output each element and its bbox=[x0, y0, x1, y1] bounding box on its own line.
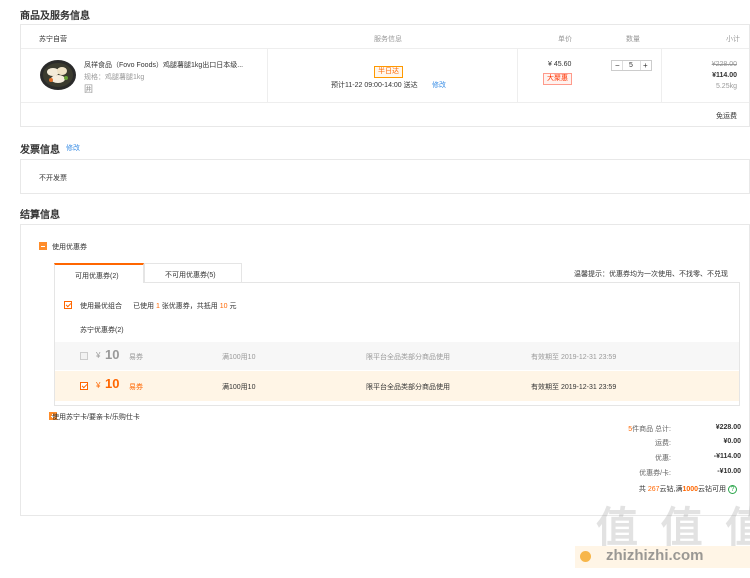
best-combo-summary: 已使用 1 张优惠券，共抵用 10 元 bbox=[133, 301, 237, 311]
qty-minus-button[interactable]: − bbox=[615, 61, 620, 71]
coupon-checkbox[interactable] bbox=[80, 352, 88, 360]
unit-price: ¥ 45.60 bbox=[548, 61, 572, 68]
quantity-stepper: − 5 + bbox=[611, 60, 652, 71]
original-subtotal: ¥228.00 bbox=[711, 61, 737, 68]
summary-shipping-value: ¥0.00 bbox=[723, 438, 741, 445]
stepper-divider bbox=[640, 61, 641, 70]
best-combo-checkbox[interactable] bbox=[64, 301, 72, 309]
stepper-divider bbox=[622, 61, 623, 70]
tab-unavailable-coupons[interactable]: 不可用优惠券(5) bbox=[144, 263, 242, 283]
coupon-type: 易券 bbox=[129, 384, 143, 391]
coupon-expire: 有效期至 2019-12-31 23:59 bbox=[531, 354, 617, 361]
combo-text-post: 元 bbox=[229, 303, 237, 310]
settlement-section-title: 结算信息 bbox=[20, 210, 60, 221]
cell-divider bbox=[517, 49, 518, 102]
item-subtotal: ¥114.00 bbox=[712, 72, 737, 79]
item-weight: 5.25kg bbox=[715, 83, 737, 90]
coupon-currency: ¥ bbox=[96, 381, 101, 390]
combo-text-mid: 张优惠券，共抵用 bbox=[161, 303, 218, 310]
qty-input[interactable]: 5 bbox=[629, 61, 633, 71]
product-extra-mark: 囲 bbox=[84, 84, 94, 94]
goods-section-title: 商品及服务信息 bbox=[20, 11, 90, 22]
tab-unavailable-label: 不可用优惠券(5) bbox=[165, 272, 216, 279]
cell-divider bbox=[661, 49, 662, 102]
combo-text-pre: 已使用 bbox=[133, 303, 154, 310]
help-icon[interactable]: ? bbox=[728, 484, 737, 494]
product-thumbnail-icon bbox=[40, 60, 76, 90]
service-header: 服务信息 bbox=[374, 36, 402, 43]
product-image[interactable] bbox=[39, 59, 77, 91]
coupon-scope: 限平台全品类部分商品使用 bbox=[366, 354, 450, 361]
summary-discount-label: 优惠: bbox=[655, 455, 671, 462]
coupon-checkbox[interactable] bbox=[80, 382, 88, 390]
price-header: 单价 bbox=[558, 36, 572, 43]
goods-table-header: 苏宁自营 服务信息 单价 数量 小计 bbox=[21, 25, 749, 49]
coin-icon bbox=[580, 551, 591, 562]
best-combo-label[interactable]: 使用最优组合 bbox=[80, 301, 122, 311]
points-post: 云钻可用 bbox=[698, 486, 727, 493]
invoice-edit-link[interactable]: 修改 bbox=[66, 143, 80, 153]
use-coupon-toggle[interactable]: 使用优惠券 bbox=[52, 242, 87, 252]
product-name-link[interactable]: 凤祥食品（Fovo Foods）鸡腿薯腿1kg出口日本级... bbox=[84, 60, 274, 70]
settlement-box: 使用优惠券 可用优惠券(2) 不可用优惠券(5) 温馨提示：优惠券均为一次使用、… bbox=[20, 224, 750, 516]
product-spec: 规格：鸡腿薯腿1kg bbox=[84, 74, 145, 81]
summary-goods-row: 5件商品 总计: ¥228.00 bbox=[561, 424, 741, 436]
use-card-toggle[interactable]: 使用苏宁卡/要亲卡/乐购仕卡 bbox=[52, 412, 140, 422]
tab-available-label: 可用优惠券(2) bbox=[75, 273, 119, 280]
combo-count: 1 bbox=[155, 303, 160, 310]
half-day-delivery-tag: 半日达 bbox=[374, 66, 403, 78]
coupon-panel: 使用最优组合 已使用 1 张优惠券，共抵用 10 元 苏宁优惠券(2) ¥ 10… bbox=[54, 282, 740, 406]
coupon-rule: 满100用10 bbox=[222, 354, 256, 361]
invoice-section-title: 发票信息 bbox=[20, 145, 60, 156]
points-mid: 云钻,满 bbox=[659, 486, 683, 493]
store-header: 苏宁自营 bbox=[39, 36, 67, 43]
invoice-value: 不开发票 bbox=[39, 175, 67, 182]
watermark-site: zhizhizhi.com bbox=[606, 547, 704, 564]
points-total: 267 bbox=[647, 486, 660, 493]
delivery-edit-link[interactable]: 修改 bbox=[432, 80, 446, 90]
coupon-amount: 10 bbox=[105, 347, 120, 362]
summary-goods-value: ¥228.00 bbox=[715, 424, 741, 431]
points-pre: 共 bbox=[638, 486, 646, 493]
summary-discount-row: 优惠: -¥114.00 bbox=[561, 453, 741, 465]
summary-coupon-value: -¥10.00 bbox=[717, 468, 741, 475]
collapse-icon[interactable] bbox=[39, 242, 47, 250]
summary-shipping-row: 运费: ¥0.00 bbox=[561, 438, 741, 450]
product-row: 凤祥食品（Fovo Foods）鸡腿薯腿1kg出口日本级... 规格：鸡腿薯腿1… bbox=[21, 49, 749, 103]
invoice-box: 不开发票 bbox=[20, 159, 750, 194]
coupon-group-title: 苏宁优惠券(2) bbox=[80, 327, 124, 334]
summary-discount-value: -¥114.00 bbox=[713, 453, 741, 460]
subtotal-header: 小计 bbox=[726, 36, 740, 43]
summary-goods-label: 件商品 总计: bbox=[632, 426, 671, 433]
big-deal-tag: 大聚惠 bbox=[543, 73, 572, 85]
tab-available-coupons[interactable]: 可用优惠券(2) bbox=[54, 263, 144, 283]
coupon-row[interactable]: ¥ 10 易券 满100用10 限平台全品类部分商品使用 有效期至 2019-1… bbox=[55, 342, 739, 370]
cell-divider bbox=[267, 49, 268, 102]
qty-plus-button[interactable]: + bbox=[643, 61, 648, 71]
coupon-row-selected[interactable]: ¥ 10 易券 满100用10 限平台全品类部分商品使用 有效期至 2019-1… bbox=[55, 371, 739, 401]
delivery-estimate: 预计11-22 09:00-14:00 送达 bbox=[331, 82, 418, 89]
coupon-scope: 限平台全品类部分商品使用 bbox=[366, 384, 450, 391]
goods-table: 苏宁自营 服务信息 单价 数量 小计 凤祥食品（Fovo Foods）鸡腿薯腿1… bbox=[20, 24, 750, 127]
summary-shipping-label: 运费: bbox=[655, 440, 671, 447]
free-shipping-note: 免运费 bbox=[716, 113, 737, 120]
coupon-amount: 10 bbox=[105, 376, 120, 391]
coupon-type: 易券 bbox=[129, 354, 143, 361]
points-row: 共 267云钻,满1000云钻可用 ? bbox=[639, 484, 737, 494]
coupon-expire: 有效期至 2019-12-31 23:59 bbox=[531, 384, 617, 391]
qty-header: 数量 bbox=[626, 36, 640, 43]
summary-coupon-label: 优惠券/卡: bbox=[639, 470, 671, 477]
coupon-rule: 满100用10 bbox=[222, 384, 256, 391]
coupon-currency: ¥ bbox=[96, 351, 101, 360]
points-min: 1000 bbox=[682, 486, 699, 493]
coupon-tip: 温馨提示：优惠券均为一次使用、不找零、不兑现 bbox=[574, 271, 728, 278]
combo-amount: 10 bbox=[219, 303, 228, 310]
summary-coupon-row: 优惠券/卡: -¥10.00 bbox=[561, 468, 741, 480]
